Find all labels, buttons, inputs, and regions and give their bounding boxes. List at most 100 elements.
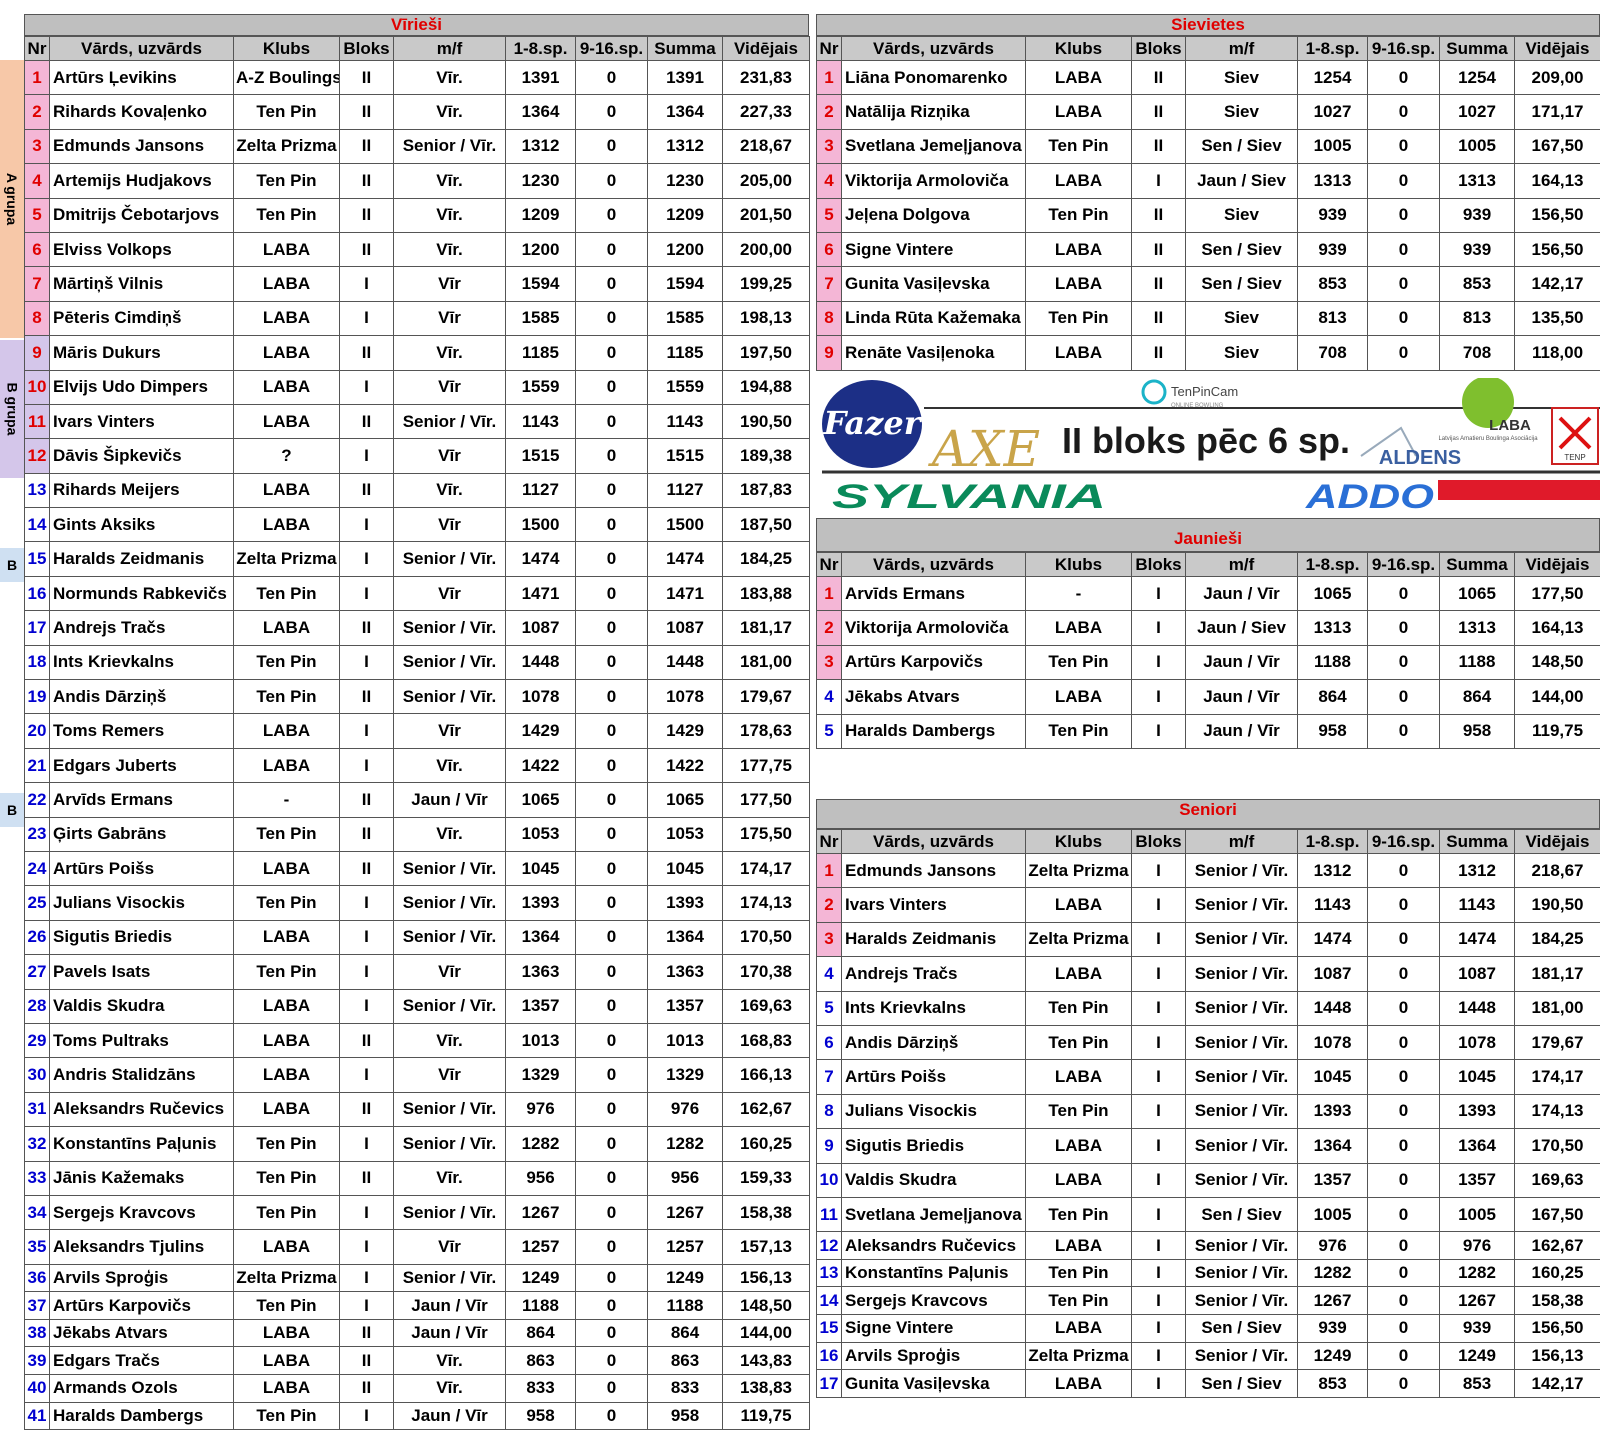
table-cell: Senior / Vīr. xyxy=(393,679,506,715)
table-cell: 1313 xyxy=(1439,163,1515,199)
rank-cell: 2 xyxy=(816,887,842,923)
table-row: 17 Andrejs Tračs LABA II Senior / Vīr. 1087 0 1… xyxy=(24,610,810,646)
table-cell: 1143 xyxy=(505,403,576,440)
table-cell: I xyxy=(1131,1258,1186,1288)
table-cell: 144,00 xyxy=(722,1318,810,1348)
column-header: m/f xyxy=(1185,829,1298,854)
table-cell: I xyxy=(1131,1231,1186,1260)
player-name-cell: Natālija Rizņika xyxy=(841,94,1026,130)
table-cell: 956 xyxy=(505,1160,576,1196)
table-cell: 0 xyxy=(575,679,648,715)
column-header: Nr xyxy=(816,36,842,61)
sponsor-logos: Fazer AXE II bloks pēc 6 sp. TenPinCam O… xyxy=(822,376,1600,516)
player-name-cell: Toms Remers xyxy=(49,713,234,749)
table-cell: 1312 xyxy=(1297,852,1368,889)
table-cell: 1185 xyxy=(505,335,576,371)
player-name-cell: Andrejs Tračs xyxy=(49,610,234,646)
table-cell: 1448 xyxy=(647,644,723,681)
rank-cell: 6 xyxy=(24,231,50,268)
rank-cell: 41 xyxy=(24,1401,50,1431)
table-cell: 0 xyxy=(1367,713,1440,749)
a-group-marker: A grupa xyxy=(0,60,24,338)
table-cell: LABA xyxy=(1025,59,1132,96)
table-row: 1 Artūrs Ļevikins A-Z Boulings II Vīr. 1391 0 1… xyxy=(24,59,810,96)
player-name-cell: Artūrs Ļevikins xyxy=(49,59,234,96)
column-header: 9-16.sp. xyxy=(1367,36,1440,61)
table-cell: 1065 xyxy=(647,782,723,818)
table-row: 24 Artūrs Poišs LABA II Senior / Vīr. 1045 0 10… xyxy=(24,850,810,887)
column-header: 9-16.sp. xyxy=(1367,829,1440,854)
player-name-cell: Sigutis Briedis xyxy=(841,1128,1026,1164)
table-row: 5 Ints Krievkalns Ten Pin I Senior / Vīr. 144… xyxy=(816,990,1600,1026)
table-cell: Vīr xyxy=(393,300,506,337)
table-cell: Ten Pin xyxy=(233,197,340,233)
rank-cell: 15 xyxy=(816,1314,842,1343)
table-cell: Zelta Prizma xyxy=(1025,852,1132,889)
rank-cell: 12 xyxy=(816,1231,842,1260)
table-cell: 156,50 xyxy=(1514,197,1600,233)
table-cell: 1078 xyxy=(647,679,723,715)
rank-cell: 5 xyxy=(816,713,842,749)
table-cell: Ten Pin xyxy=(1025,128,1132,165)
table-cell: 0 xyxy=(575,713,648,749)
table-row: 2 Natālija Rizņika LABA II Siev 1027 0 1027 171,… xyxy=(816,94,1600,130)
table-cell: 142,17 xyxy=(1514,266,1600,302)
table-cell: Senior / Vīr. xyxy=(1185,1093,1298,1130)
table-cell: 162,67 xyxy=(1514,1231,1600,1260)
player-name-cell: Armands Ozols xyxy=(49,1374,234,1403)
table-cell: 1282 xyxy=(505,1126,576,1162)
table-cell: 183,88 xyxy=(722,575,810,612)
player-name-cell: Artemijs Hudjakovs xyxy=(49,163,234,199)
rank-cell: 6 xyxy=(816,231,842,268)
table-cell: 1357 xyxy=(1297,1162,1368,1198)
player-name-cell: Haralds Zeidmanis xyxy=(841,921,1026,958)
column-header: Klubs xyxy=(233,36,340,61)
table-cell: 1249 xyxy=(1439,1341,1515,1371)
table-cell: I xyxy=(1131,990,1186,1026)
table-cell: 853 xyxy=(1297,266,1368,302)
table-row: 31 Aleksandrs Ručevics LABA II Senior / Vīr.… xyxy=(24,1091,810,1128)
table-cell: 184,25 xyxy=(722,541,810,577)
column-header: Klubs xyxy=(1025,829,1132,854)
table-cell: Zelta Prizma xyxy=(233,541,340,577)
table-cell: 1188 xyxy=(505,1291,576,1320)
table-cell: 863 xyxy=(505,1346,576,1376)
table-cell: 958 xyxy=(1297,713,1368,749)
table-cell: Jaun / Vīr xyxy=(393,782,506,818)
table-cell: Ten Pin xyxy=(1025,990,1132,1026)
table-cell: Jaun / Vīr xyxy=(1185,644,1298,681)
table-cell: 1267 xyxy=(505,1194,576,1231)
table-row: 14 Gints Aksiks LABA I Vīr 1500 0 1500 187,50 xyxy=(24,507,810,543)
table-cell: 1188 xyxy=(647,1291,723,1320)
table-cell: II xyxy=(1131,335,1186,371)
table-cell: Siev xyxy=(1185,300,1298,337)
seniors-table: Nr Vārds, uzvārds Klubs Bloks m/f 1-8.sp. 9-16… xyxy=(816,829,1600,1398)
table-cell: II xyxy=(1131,59,1186,96)
table-cell: Ten Pin xyxy=(233,94,340,130)
rank-cell: 32 xyxy=(24,1126,50,1162)
sponsor-banner: Fazer AXE II bloks pēc 6 sp. TenPinCam O… xyxy=(816,376,1600,516)
table-cell: 0 xyxy=(1367,94,1440,130)
table-cell: 0 xyxy=(1367,128,1440,165)
women-table: Nr Vārds, uzvārds Klubs Bloks m/f 1-8.sp. 9-16… xyxy=(816,36,1600,371)
table-cell: 181,17 xyxy=(1514,956,1600,992)
player-name-cell: Ivars Vinters xyxy=(49,403,234,440)
table-cell: 1249 xyxy=(647,1263,723,1293)
table-cell: Vīr. xyxy=(393,59,506,96)
table-cell: 1045 xyxy=(1439,1059,1515,1095)
table-cell: Jaun / Vīr xyxy=(1185,679,1298,715)
column-header: Vidējais xyxy=(1514,829,1600,854)
table-cell: 158,38 xyxy=(1514,1286,1600,1316)
table-cell: Senior / Vīr. xyxy=(393,644,506,681)
table-cell: 1363 xyxy=(505,954,576,990)
table-cell: 1087 xyxy=(647,610,723,646)
column-header: Bloks xyxy=(339,36,394,61)
table-cell: 174,13 xyxy=(722,885,810,921)
table-cell: LABA xyxy=(233,403,340,440)
table-cell: Senior / Vīr. xyxy=(1185,1231,1298,1260)
table-cell: LABA xyxy=(233,266,340,302)
player-name-cell: Andis Dārziņš xyxy=(49,679,234,715)
table-cell: 1393 xyxy=(1297,1093,1368,1130)
aldens-logo: ALDENS xyxy=(1379,447,1461,469)
table-cell: II xyxy=(339,128,394,165)
